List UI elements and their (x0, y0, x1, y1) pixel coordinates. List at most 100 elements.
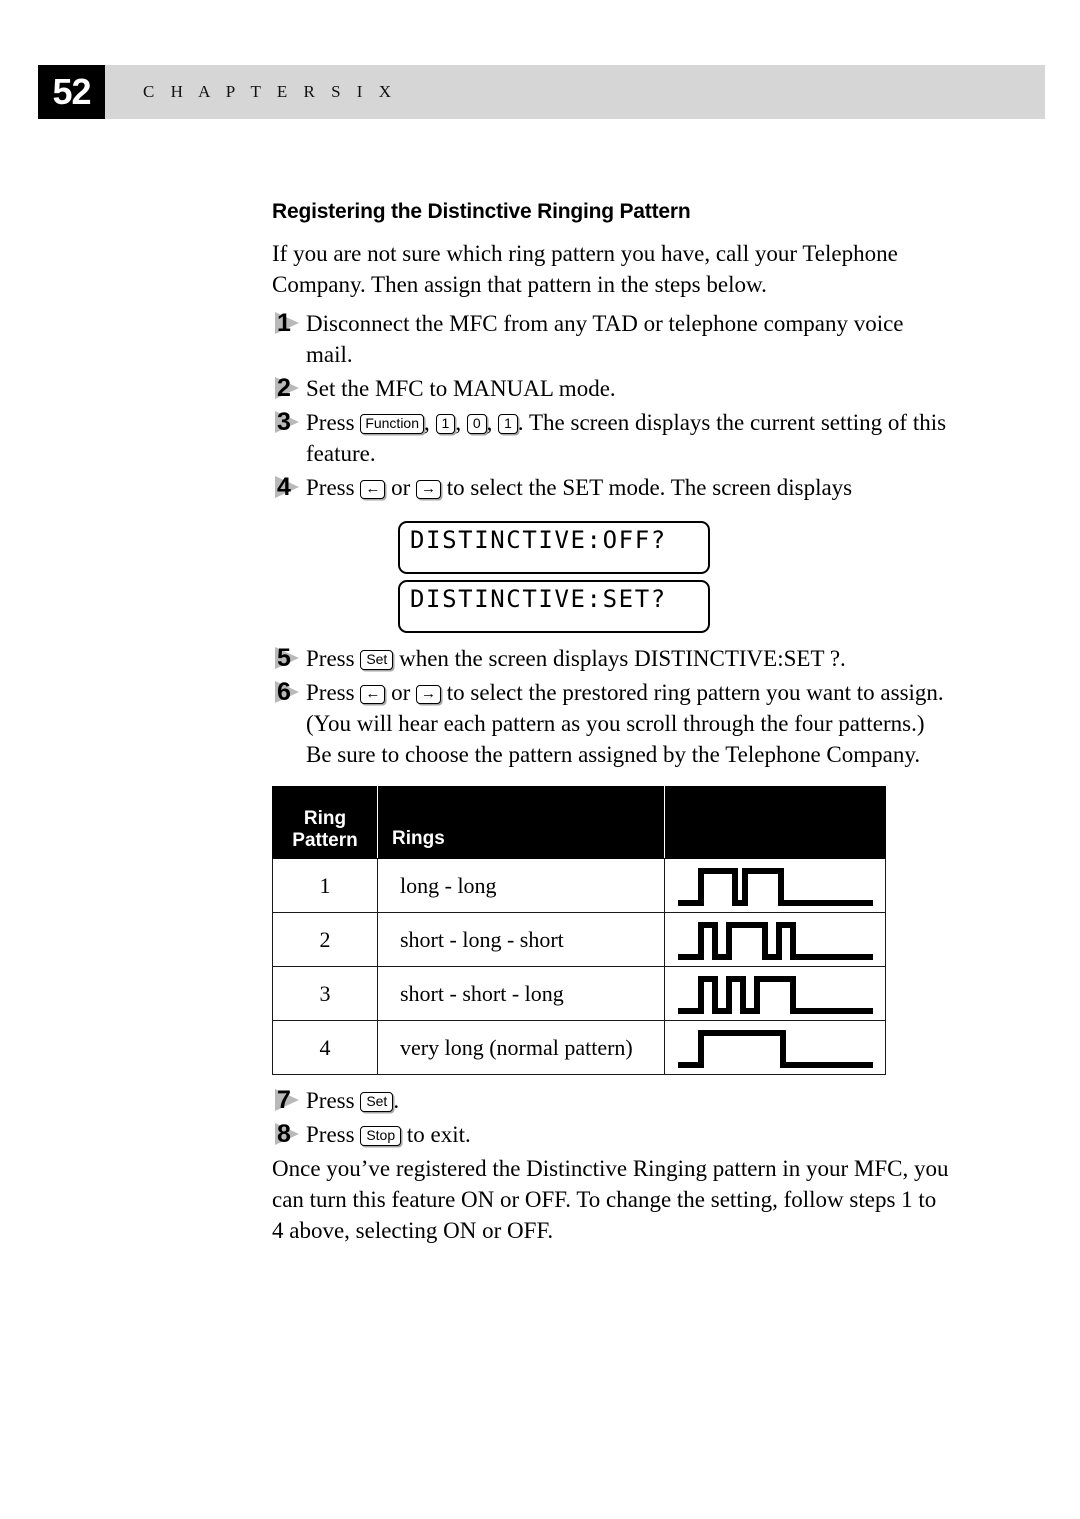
lcd-text: DISTINCTIVE:OFF? (410, 526, 667, 554)
table-row: 4 very long (normal pattern) (272, 1020, 886, 1075)
step-item-6: 6 Press ← or → to select the prestored r… (272, 677, 952, 770)
key-stop[interactable]: Stop (360, 1126, 402, 1146)
step-number: 8 (277, 1120, 291, 1148)
page-number-box: 52 (38, 65, 105, 119)
step-number: 1 (277, 309, 291, 337)
key-set[interactable]: Set (360, 650, 394, 670)
step-marker-8: 8 (272, 1119, 306, 1150)
step-marker-6: 6 (272, 677, 306, 708)
step-marker-5: 5 (272, 643, 306, 674)
step-number: 4 (277, 473, 291, 501)
key-right-arrow-icon[interactable]: → (415, 480, 441, 499)
separator-comma: , (424, 410, 436, 435)
section-title: Registering the Distinctive Ringing Patt… (272, 200, 691, 223)
cell-rings: short - short - long (377, 966, 665, 1021)
step-text-lead: Press (306, 1088, 361, 1113)
section-intro: If you are not sure which ring pattern y… (272, 241, 898, 297)
lcd-display-off: DISTINCTIVE:OFF? (398, 521, 710, 574)
waveform-short-long-short-icon (677, 921, 873, 960)
step-text-lead: Press (306, 410, 361, 435)
key-right-arrow-icon[interactable]: → (415, 685, 441, 704)
page-content: Registering the Distinctive Ringing Patt… (272, 200, 952, 1252)
cell-waveform (664, 1020, 886, 1075)
column-header-line2: Pattern (292, 830, 358, 851)
chapter-label: C H A P T E R S I X (143, 82, 397, 101)
waveform-short-short-long-icon (677, 975, 873, 1014)
cell-waveform (664, 966, 886, 1021)
step-text: Press Stop to exit. (306, 1119, 952, 1150)
step-item-5: 5 Press Set when the screen displays DIS… (272, 643, 952, 674)
ring-pattern-table: Ring Pattern Rings 1 long - long 2 short… (272, 786, 886, 1075)
table-row: 3 short - short - long (272, 966, 886, 1021)
step-text-lead: Press (306, 680, 361, 705)
step-item-7: 7 Press Set. (272, 1085, 952, 1116)
step-text: Disconnect the MFC from any TAD or telep… (306, 311, 904, 367)
step-text-lead: Press (306, 1122, 361, 1147)
step-item-3: 3 Press Function, 1, 0, 1. The screen di… (272, 407, 952, 469)
step-text-mid: or (385, 680, 416, 705)
key-digit-1b[interactable]: 1 (498, 414, 518, 434)
cell-ring-pattern: 1 (272, 858, 378, 913)
step-text: Press ← or → to select the prestored rin… (306, 677, 952, 770)
cell-ring-pattern: 2 (272, 912, 378, 967)
key-digit-1[interactable]: 1 (435, 414, 456, 434)
step-number: 6 (277, 678, 291, 706)
step-text-tail: to select the SET mode. The screen displ… (440, 475, 853, 500)
separator-comma: , (486, 410, 499, 435)
key-left-arrow-icon[interactable]: ← (360, 480, 386, 499)
column-header-line1: Ring (303, 808, 347, 829)
step-text-tail: when the screen displays DISTINCTIVE:SET… (393, 646, 846, 671)
cell-rings: long - long (377, 858, 665, 913)
step-marker-1: 1 (272, 308, 306, 339)
cell-ring-pattern: 3 (272, 966, 378, 1021)
key-digit-0[interactable]: 0 (466, 414, 487, 434)
running-head: 52 C H A P T E R S I X (38, 65, 1045, 119)
step-item-8: 8 Press Stop to exit. (272, 1119, 952, 1150)
step-marker-4: 4 (272, 472, 306, 503)
key-function[interactable]: Function (360, 414, 425, 434)
step-item-1: 1 Disconnect the MFC from any TAD or tel… (272, 308, 952, 370)
numbered-steps-list-final: 7 Press Set. 8 Press Stop to exit. (272, 1085, 952, 1150)
step-text-lead: Press (306, 646, 361, 671)
numbered-steps-list: 1 Disconnect the MFC from any TAD or tel… (272, 308, 952, 503)
separator-comma: , (455, 410, 467, 435)
step-text: Press Function, 1, 0, 1. The screen disp… (306, 407, 952, 469)
waveform-long-long-icon (677, 867, 873, 906)
step-marker-2: 2 (272, 373, 306, 404)
step-text: Press ← or → to select the SET mode. The… (306, 472, 952, 503)
step-marker-3: 3 (272, 407, 306, 438)
chapter-band: C H A P T E R S I X (105, 65, 1045, 119)
step-number: 7 (277, 1086, 291, 1114)
table-row: 1 long - long (272, 858, 886, 913)
table-row: 2 short - long - short (272, 912, 886, 967)
cell-rings: very long (normal pattern) (377, 1020, 665, 1075)
step-text-mid: or (385, 475, 416, 500)
table-header: Ring Pattern Rings (272, 786, 886, 859)
table-body: 1 long - long 2 short - long - short 3 s… (272, 858, 886, 1075)
step-item-4: 4 Press ← or → to select the SET mode. T… (272, 472, 952, 503)
column-header-rings: Rings (377, 786, 665, 859)
cell-ring-pattern: 4 (272, 1020, 378, 1075)
cell-rings: short - long - short (377, 912, 665, 967)
cell-waveform (664, 858, 886, 913)
step-text-tail: to exit. (401, 1122, 471, 1147)
step-text-lead: Press (306, 475, 361, 500)
column-header-waveform (664, 786, 886, 859)
step-number: 5 (277, 644, 291, 672)
page-number: 52 (52, 71, 91, 112)
step-item-2: 2 Set the MFC to MANUAL mode. (272, 373, 952, 404)
closing-paragraph: Once you’ve registered the Distinctive R… (272, 1156, 949, 1243)
lcd-text: DISTINCTIVE:SET? (410, 585, 667, 613)
lcd-display-group: DISTINCTIVE:OFF? DISTINCTIVE:SET? (398, 521, 952, 633)
step-text: Press Set when the screen displays DISTI… (306, 643, 952, 674)
step-number: 3 (277, 408, 291, 436)
cell-waveform (664, 912, 886, 967)
key-set[interactable]: Set (360, 1092, 394, 1112)
step-number: 2 (277, 374, 291, 402)
key-left-arrow-icon[interactable]: ← (360, 685, 386, 704)
lcd-display-set: DISTINCTIVE:SET? (398, 580, 710, 633)
column-header-ring-pattern: Ring Pattern (272, 786, 378, 859)
step-marker-7: 7 (272, 1085, 306, 1116)
step-text-tail: . (393, 1088, 400, 1113)
step-text: Set the MFC to MANUAL mode. (306, 376, 616, 401)
